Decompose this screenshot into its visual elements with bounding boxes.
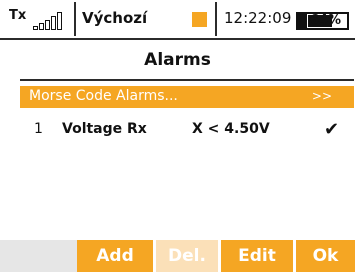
battery-cap-icon xyxy=(296,12,305,30)
tx-label: Tx xyxy=(9,8,27,23)
alarm-row[interactable]: 1 Voltage Rx X < 4.50V ✔ xyxy=(20,119,354,142)
divider xyxy=(215,2,217,36)
status-bar: Tx Výchozí 12:22:09 64% xyxy=(0,0,355,40)
title-divider xyxy=(20,79,354,81)
divider xyxy=(74,2,76,36)
signal-strength-icon xyxy=(33,12,69,30)
add-button[interactable]: Add xyxy=(77,240,153,272)
edit-button[interactable]: Edit xyxy=(221,240,293,272)
alarm-condition: X < 4.50V xyxy=(192,121,270,137)
submenu-arrow-icon: >> xyxy=(311,89,332,103)
model-name[interactable]: Výchozí xyxy=(82,9,147,27)
softkey-blank xyxy=(0,240,77,272)
morse-code-alarms-label: Morse Code Alarms... xyxy=(29,88,178,104)
alarm-index: 1 xyxy=(34,121,43,137)
ok-button[interactable]: Ok xyxy=(296,240,355,272)
battery-percent: 64% xyxy=(309,13,341,28)
delete-button[interactable]: Del. xyxy=(156,240,218,272)
screen: Tx Výchozí 12:22:09 64% Alarms Morse Cod… xyxy=(0,0,355,272)
clock: 12:22:09 xyxy=(224,9,292,27)
battery-icon: 64% xyxy=(305,12,349,30)
status-indicator-icon xyxy=(192,12,207,27)
alarm-name: Voltage Rx xyxy=(62,121,147,137)
alarm-enabled-check-icon[interactable]: ✔ xyxy=(324,119,339,140)
page-title: Alarms xyxy=(144,50,211,70)
morse-code-alarms-item[interactable]: Morse Code Alarms... >> xyxy=(20,86,354,108)
